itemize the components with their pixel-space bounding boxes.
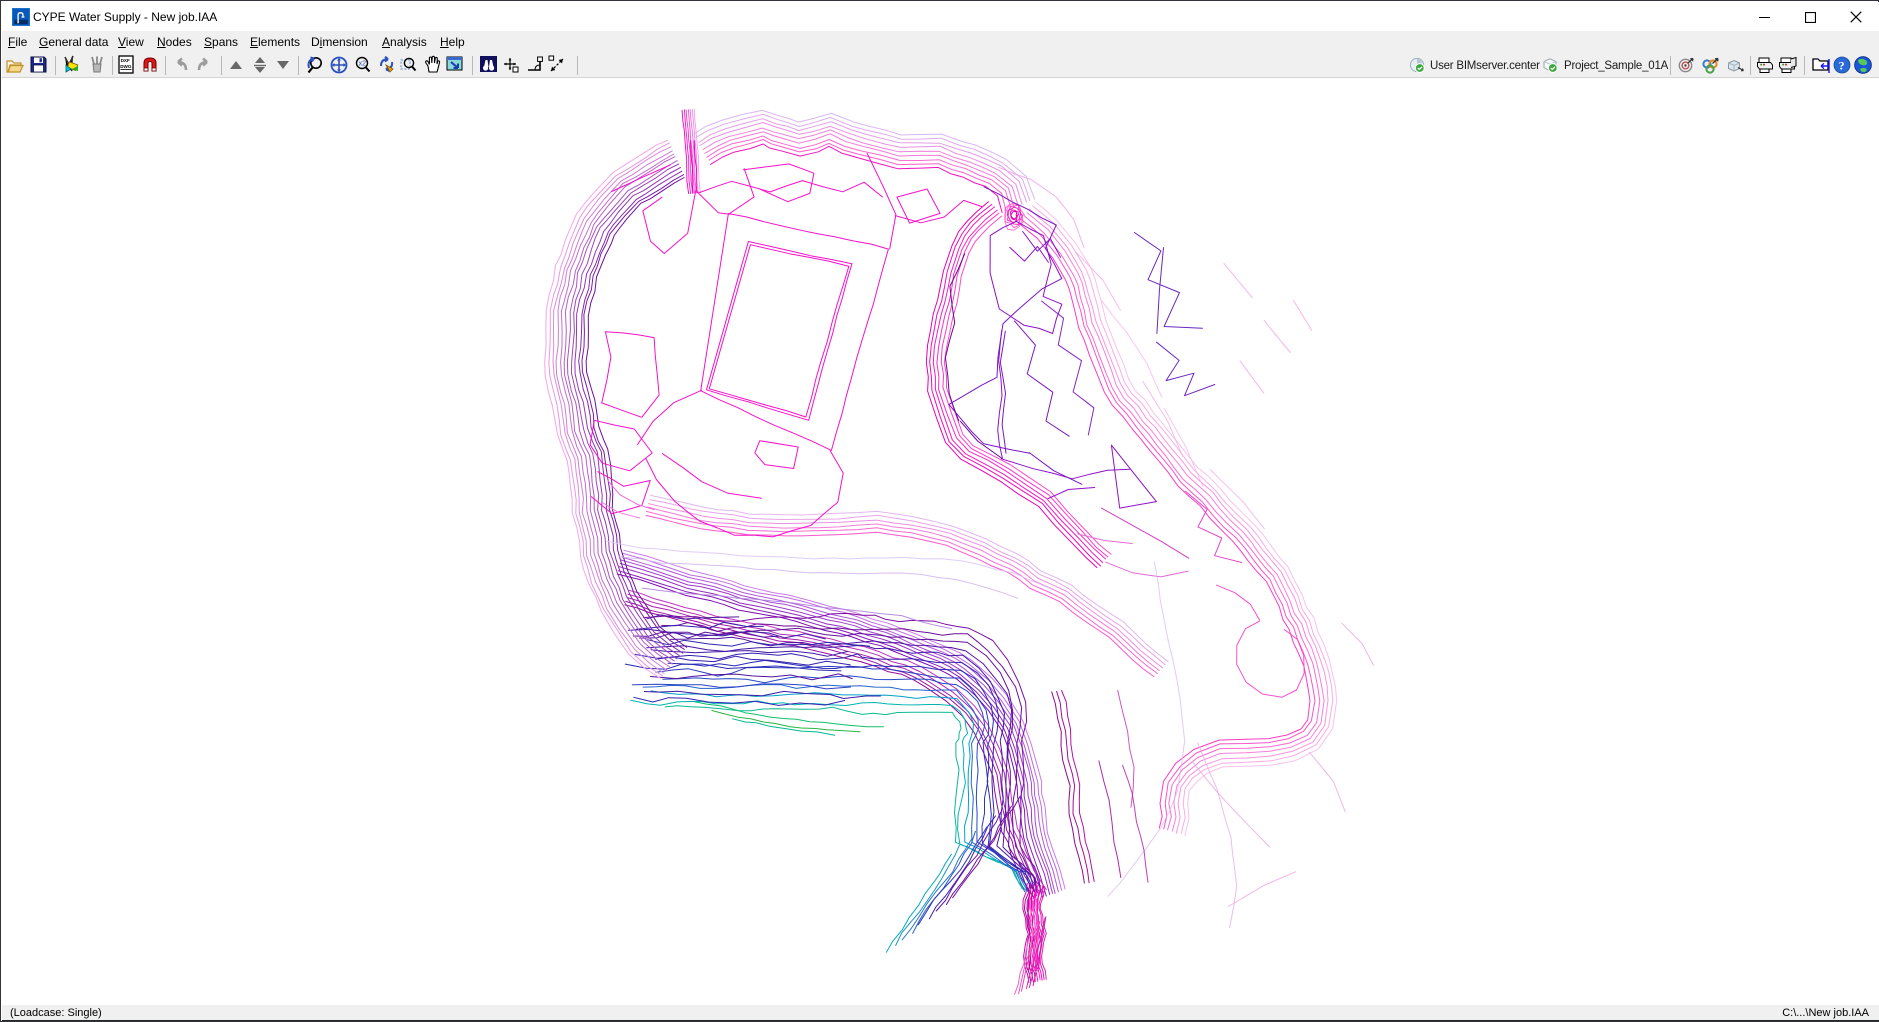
svg-text:?: ?	[1839, 58, 1845, 72]
svg-text:DWG: DWG	[120, 64, 132, 69]
svg-text:x2: x2	[359, 61, 367, 68]
svg-text:DXF: DXF	[121, 58, 130, 63]
